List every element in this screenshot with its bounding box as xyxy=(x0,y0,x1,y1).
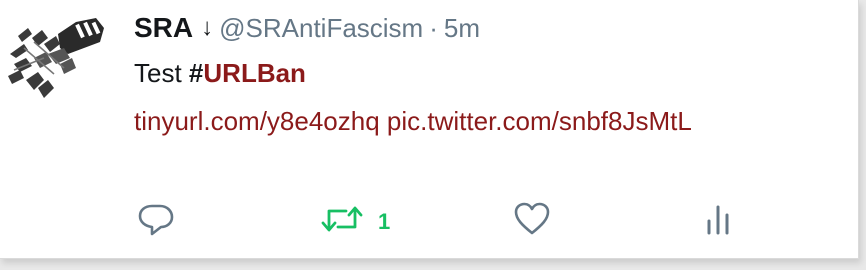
pic-twitter-link[interactable]: pic.twitter.com/snbf8JsMtL xyxy=(387,106,692,136)
timestamp[interactable]: 5m xyxy=(444,13,480,44)
hashtag-symbol: # xyxy=(188,58,204,88)
tweet-header: SRA ↓ @SRAntiFascism · 5m xyxy=(134,8,480,48)
reply-button[interactable] xyxy=(136,196,176,242)
down-arrow-icon: ↓ xyxy=(201,14,214,41)
tweet-actions: 1 xyxy=(134,196,754,242)
retweet-button[interactable]: 1 xyxy=(320,196,390,242)
hashtag-link[interactable]: #URLBan xyxy=(189,58,306,88)
like-button[interactable] xyxy=(512,196,552,242)
tweet-text-prefix: Test xyxy=(134,58,189,88)
bar-chart-icon xyxy=(707,205,729,235)
tinyurl-link[interactable]: tinyurl.com/y8e4ozhq xyxy=(134,106,380,136)
tweet-text: Test #URLBan xyxy=(134,58,306,89)
retweet-icon xyxy=(321,206,363,232)
hashtag-word: URLBan xyxy=(203,58,306,88)
antifascist-logo-icon xyxy=(8,18,104,98)
display-name[interactable]: SRA xyxy=(134,12,193,44)
avatar[interactable] xyxy=(4,14,108,102)
analytics-button[interactable] xyxy=(700,196,736,242)
tweet-links: tinyurl.com/y8e4ozhq pic.twitter.com/snb… xyxy=(134,106,692,137)
tweet-card[interactable]: SRA ↓ @SRAntiFascism · 5m Test #URLBan t… xyxy=(0,0,859,259)
heart-icon xyxy=(514,202,550,235)
reply-bubble-icon xyxy=(138,204,174,236)
separator-dot: · xyxy=(429,12,438,43)
user-handle[interactable]: @SRAntiFascism xyxy=(219,13,423,44)
retweet-count: 1 xyxy=(378,209,391,234)
